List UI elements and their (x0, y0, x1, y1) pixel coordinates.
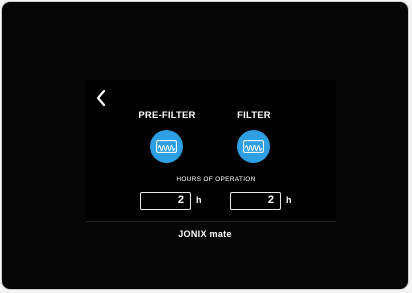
wave-filter-icon (243, 140, 264, 153)
filter-label: FILTER (237, 110, 271, 121)
hours-of-operation-label: HOURS OF OPERATION (176, 176, 256, 183)
wave-filter-icon (156, 140, 177, 153)
back-button[interactable] (92, 87, 112, 109)
control-screen: PRE-FILTER FILTER HOURS OF OPERATION 2 h… (86, 80, 336, 222)
device-frame: PRE-FILTER FILTER HOURS OF OPERATION 2 h… (1, 1, 409, 290)
filter-hours-unit: h (286, 195, 292, 205)
filter-button[interactable] (237, 130, 270, 163)
prefilter-label: PRE-FILTER (138, 110, 196, 121)
prefilter-button[interactable] (150, 130, 183, 163)
prefilter-hours-unit: h (196, 195, 202, 205)
chevron-left-icon (96, 89, 106, 107)
filter-hours-field[interactable]: 2 (230, 192, 281, 210)
brand-label: JONIX mate (178, 229, 232, 239)
prefilter-hours-field[interactable]: 2 (140, 192, 191, 210)
